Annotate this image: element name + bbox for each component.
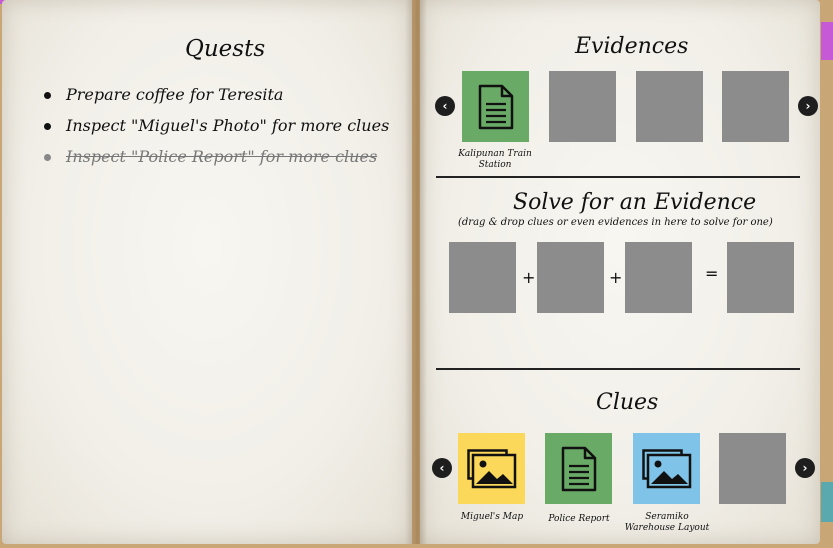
divider: [436, 176, 800, 178]
equals-sign: =: [705, 264, 719, 283]
chevron-right-icon: ›: [802, 461, 808, 475]
bookmark-tab[interactable]: [821, 482, 833, 522]
clue-card[interactable]: [458, 433, 525, 504]
quest-item: Inspect "Miguel's Photo" for more clues: [44, 115, 389, 146]
clue-card[interactable]: [633, 433, 700, 504]
evidence-slot-empty[interactable]: [549, 71, 616, 142]
clue-slot-empty[interactable]: [719, 433, 786, 504]
quest-item: Prepare coffee for Teresita: [44, 84, 389, 115]
image-icon: [641, 448, 691, 488]
bullet-icon: [44, 154, 51, 161]
clue-label: Miguel's Map: [460, 512, 524, 522]
clue-label: Police Report: [548, 514, 610, 524]
evidences-next-button[interactable]: ›: [798, 96, 818, 116]
document-icon: [478, 84, 513, 129]
clue-label: Seramiko Warehouse Layout: [624, 512, 710, 533]
document-icon: [561, 446, 596, 491]
quest-text: Prepare coffee for Teresita: [66, 85, 284, 104]
image-icon: [466, 448, 516, 488]
evidence-slot-empty[interactable]: [636, 71, 703, 142]
evidences-prev-button[interactable]: ‹: [435, 96, 455, 116]
solve-result-slot[interactable]: [727, 242, 794, 313]
bookmark-tab[interactable]: [821, 22, 833, 60]
solve-input-slot[interactable]: [625, 242, 692, 313]
evidence-card[interactable]: [462, 71, 529, 142]
journal-spine: [405, 0, 427, 544]
chevron-right-icon: ›: [805, 99, 811, 113]
plus-sign: +: [609, 268, 623, 287]
clues-title: Clues: [596, 390, 659, 415]
solve-input-slot[interactable]: [449, 242, 516, 313]
plus-sign: +: [522, 268, 536, 287]
quest-text: Inspect "Police Report" for more clues: [66, 147, 378, 166]
evidences-title: Evidences: [575, 34, 689, 59]
solve-title: Solve for an Evidence: [513, 190, 757, 215]
clues-prev-button[interactable]: ‹: [432, 458, 452, 478]
quests-title: Quests: [185, 36, 266, 62]
journal-left-page: [2, 0, 412, 544]
clue-card[interactable]: [545, 433, 612, 504]
solve-subtitle: (drag & drop clues or even evidences in …: [458, 217, 773, 228]
evidence-label: Kalipunan Train Station: [458, 149, 532, 170]
solve-input-slot[interactable]: [537, 242, 604, 313]
bullet-icon: [44, 92, 51, 99]
divider: [436, 368, 800, 370]
quest-text: Inspect "Miguel's Photo" for more clues: [66, 116, 390, 135]
clues-next-button[interactable]: ›: [795, 458, 815, 478]
quest-item-completed: Inspect "Police Report" for more clues: [44, 146, 389, 177]
chevron-left-icon: ‹: [439, 461, 445, 475]
chevron-left-icon: ‹: [442, 99, 448, 113]
quest-list: Prepare coffee for Teresita Inspect "Mig…: [44, 84, 389, 177]
evidence-slot-empty[interactable]: [722, 71, 789, 142]
bullet-icon: [44, 123, 51, 130]
